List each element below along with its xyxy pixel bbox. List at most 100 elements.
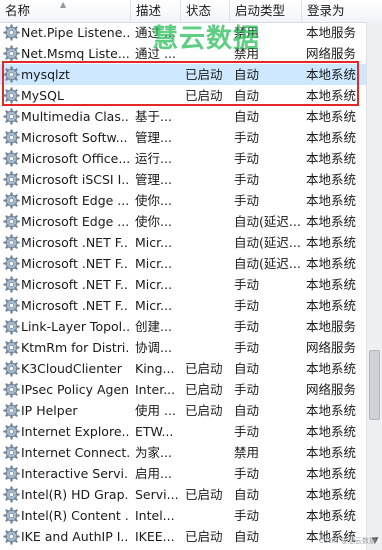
service-description: IKEE... xyxy=(135,529,175,544)
service-row[interactable]: Intel(R) Content ... Intel... 手动 本地系统 xyxy=(0,505,366,526)
service-status xyxy=(185,43,231,64)
service-logon-as: 本地系统 xyxy=(306,424,357,439)
service-row[interactable]: Microsoft Softw... 管理... 手动 本地系统 xyxy=(0,127,366,148)
service-row[interactable]: Microsoft .NET F... Micr... 手动 本地系统 xyxy=(0,295,366,316)
service-name: IKE and AuthIP I... xyxy=(21,529,129,544)
service-startup-type: 禁用 xyxy=(234,445,260,460)
service-description: Micr... xyxy=(135,277,173,292)
service-row[interactable]: K3CloudClienter King... 已启动 自动 本地系统 xyxy=(0,358,366,379)
service-row[interactable]: MySQL 已启动 自动 本地系统 xyxy=(0,85,366,106)
service-description: Inter... xyxy=(135,382,176,397)
service-gear-icon xyxy=(3,127,20,148)
service-logon-as: 本地系统 xyxy=(306,256,357,271)
scrollbar-thumb[interactable] xyxy=(369,350,380,420)
service-gear-icon xyxy=(3,526,20,547)
service-name: Microsoft .NET F... xyxy=(21,298,129,313)
service-description: Micr... xyxy=(135,298,173,313)
service-status xyxy=(185,106,231,127)
service-row[interactable]: Link-Layer Topol... 创建... 手动 本地服务 xyxy=(0,316,366,337)
service-row[interactable]: Internet Connect... 为家... 禁用 本地系统 xyxy=(0,442,366,463)
service-startup-type: 手动 xyxy=(234,193,260,208)
service-gear-icon xyxy=(3,232,20,253)
service-row[interactable]: Net.Pipe Listene... 通过 ... 禁用 本地服务 xyxy=(0,22,366,43)
service-gear-icon xyxy=(3,505,20,526)
service-name: Microsoft .NET F... xyxy=(21,256,129,271)
service-startup-type: 禁用 xyxy=(234,46,260,61)
column-header-name[interactable]: 名称 ▲ xyxy=(0,0,131,22)
service-status xyxy=(185,253,231,274)
service-gear-icon xyxy=(3,463,20,484)
service-startup-type: 自动(延迟... xyxy=(234,235,301,250)
service-row[interactable]: Microsoft iSCSI I... 管理... 手动 本地系统 xyxy=(0,169,366,190)
column-header-logon-as[interactable]: 登录为 xyxy=(302,0,382,22)
service-row[interactable]: Interactive Servi... 启用... 手动 本地系统 xyxy=(0,463,366,484)
service-startup-type: 自动 xyxy=(234,109,260,124)
service-description: King... xyxy=(135,361,175,376)
column-header-description[interactable]: 描述 xyxy=(131,0,181,22)
service-gear-icon xyxy=(3,22,20,43)
service-gear-icon xyxy=(3,106,20,127)
service-row[interactable]: Microsoft .NET F... Micr... 手动 本地系统 xyxy=(0,274,366,295)
service-status xyxy=(185,463,231,484)
service-gear-icon xyxy=(3,400,20,421)
service-startup-type: 自动(延迟... xyxy=(234,256,301,271)
service-logon-as: 本地系统 xyxy=(306,298,357,313)
column-description-label: 描述 xyxy=(136,3,162,18)
service-row[interactable]: KtmRm for Distri... 协调... 手动 网络服务 xyxy=(0,337,366,358)
service-description: 为家... xyxy=(135,445,172,460)
service-row[interactable]: IP Helper 使用 ... 已启动 自动 本地系统 xyxy=(0,400,366,421)
sort-ascending-icon: ▲ xyxy=(60,0,67,9)
service-row[interactable]: Intel(R) HD Grap... Servi... 已启动 自动 本地系统 xyxy=(0,484,366,505)
service-status: 已启动 xyxy=(185,361,223,376)
service-row[interactable]: Microsoft Edge ... 使你... 手动 本地系统 xyxy=(0,190,366,211)
service-row[interactable]: Internet Explore... ETW... 手动 本地系统 xyxy=(0,421,366,442)
service-row[interactable]: mysqlzt 已启动 自动 本地系统 xyxy=(0,64,366,85)
service-description xyxy=(135,64,179,85)
service-gear-icon xyxy=(3,148,20,169)
service-name: MySQL xyxy=(21,88,64,103)
service-startup-type: 自动 xyxy=(234,88,260,103)
service-name: IP Helper xyxy=(21,403,78,418)
service-description: Micr... xyxy=(135,256,173,271)
service-startup-type: 自动 xyxy=(234,487,260,502)
service-status: 已启动 xyxy=(185,67,223,82)
service-row[interactable]: Microsoft Office... 运行... 手动 本地系统 xyxy=(0,148,366,169)
service-status xyxy=(185,169,231,190)
column-header: 名称 ▲ 描述 状态 启动类型 登录为 xyxy=(0,0,382,23)
service-logon-as: 本地系统 xyxy=(306,193,357,208)
service-logon-as: 本地服务 xyxy=(306,319,357,334)
service-row[interactable]: IKE and AuthIP I... IKEE... 已启动 自动 本地系统 xyxy=(0,526,366,547)
service-name: Internet Connect... xyxy=(21,445,129,460)
service-gear-icon xyxy=(3,295,20,316)
service-startup-type: 自动 xyxy=(234,529,260,544)
service-row[interactable]: IPsec Policy Agent Inter... 已启动 手动 网络服务 xyxy=(0,379,366,400)
vertical-scrollbar[interactable]: ▼ xyxy=(366,22,382,550)
service-status xyxy=(185,421,231,442)
column-header-startup-type[interactable]: 启动类型 xyxy=(230,0,302,22)
service-logon-as: 本地系统 xyxy=(306,130,357,145)
column-header-status[interactable]: 状态 xyxy=(181,0,230,22)
service-row[interactable]: Net.Msmq Liste... 通过 ... 禁用 网络服务 xyxy=(0,43,366,64)
service-gear-icon xyxy=(3,484,20,505)
service-status: 已启动 xyxy=(185,88,223,103)
service-row[interactable]: Multimedia Clas... 基于... 自动 本地系统 xyxy=(0,106,366,127)
service-gear-icon xyxy=(3,274,20,295)
column-status-label: 状态 xyxy=(186,3,212,18)
service-gear-icon xyxy=(3,421,20,442)
service-logon-as: 本地服务 xyxy=(306,25,357,40)
service-logon-as: 网络服务 xyxy=(306,46,357,61)
service-row[interactable]: Microsoft Edge ... 使你... 自动(延迟... 本地系统 xyxy=(0,211,366,232)
service-row[interactable]: Microsoft .NET F... Micr... 自动(延迟... 本地系统 xyxy=(0,232,366,253)
service-startup-type: 手动 xyxy=(234,130,260,145)
service-name: KtmRm for Distri... xyxy=(21,340,129,355)
service-name: Microsoft .NET F... xyxy=(21,235,129,250)
service-startup-type: 手动 xyxy=(234,382,260,397)
service-description: 使你... xyxy=(135,214,172,229)
service-startup-type: 自动 xyxy=(234,361,260,376)
service-status xyxy=(185,337,231,358)
services-list: Net.Pipe Listene... 通过 ... 禁用 本地服务 Net.Msmq … xyxy=(0,22,366,547)
service-name: Multimedia Clas... xyxy=(21,109,129,124)
service-row[interactable]: Microsoft .NET F... Micr... 自动(延迟... 本地系统 xyxy=(0,253,366,274)
service-status xyxy=(185,232,231,253)
service-name: Microsoft iSCSI I... xyxy=(21,172,129,187)
